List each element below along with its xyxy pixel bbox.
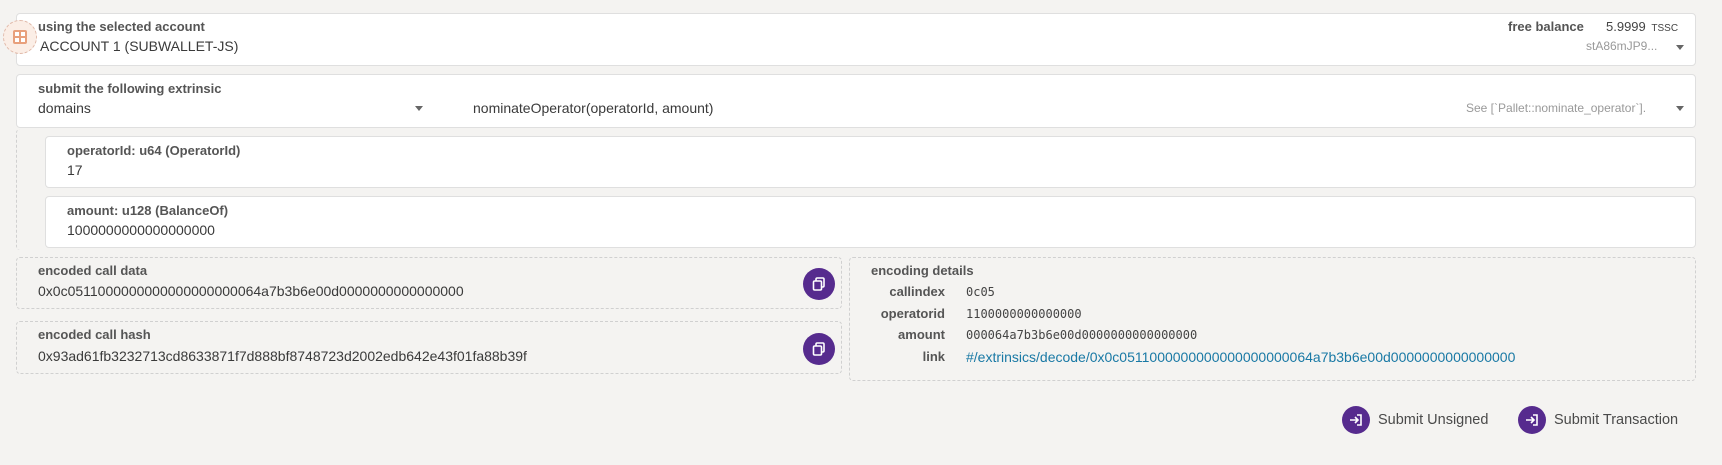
submit-transaction-button[interactable]: Submit Transaction [1518,406,1678,434]
section-dropdown[interactable]: domains [17,75,427,127]
method-chevron-down-icon [1676,106,1684,111]
copy-icon [812,277,825,291]
section-chevron-down-icon [415,106,423,111]
encoded-call-data-value: 0x0c0511000000000000000000064a7b3b6e00d0… [38,283,464,299]
account-selector[interactable]: using the selected account ACCOUNT 1 (SU… [3,13,1696,66]
submit-transaction-label: Submit Transaction [1554,412,1679,428]
account-dropdown-chevron-icon[interactable] [1676,45,1684,50]
copy-call-data-button[interactable] [803,268,835,300]
sign-in-icon [1342,406,1370,434]
grid-icon [13,30,27,44]
sign-in-icon [1518,406,1546,434]
copy-icon [812,342,825,356]
encoded-call-data-box: encoded call data 0x0c051100000000000000… [16,257,842,309]
account-label: using the selected account [38,19,205,34]
param-label: operatorId: u64 (OperatorId) [67,143,241,158]
copy-call-hash-button[interactable] [803,333,835,365]
encoded-call-data-label: encoded call data [38,263,148,278]
param-label: amount: u128 (BalanceOf) [67,203,229,218]
account-address: stA86mJP9... [1586,39,1658,53]
encoding-details-box: encoding details callindex 0c05 operator… [849,257,1696,381]
param-operatorid[interactable]: operatorId: u64 (OperatorId) 17 [45,136,1696,188]
encoded-call-hash-value: 0x93ad61fb3232713cd8633871f7d888bf874872… [38,348,527,364]
detail-key-operatorid: operatorid [880,306,945,321]
encoded-call-hash-box: encoded call hash 0x93ad61fb3232713cd863… [16,321,842,374]
param-input[interactable]: 1000000000000000000 [67,222,215,238]
submit-unsigned-button[interactable]: Submit Unsigned [1342,406,1488,434]
param-input[interactable]: 17 [67,162,83,178]
encoding-details-label: encoding details [871,263,974,278]
section-value: domains [38,100,91,116]
method-value: nominateOperator(operatorId, amount) [473,100,714,116]
account-avatar [3,20,37,54]
balance-unit: TSSC [1651,23,1679,34]
detail-value-amount: 000064a7b3b6e00d0000000000000000 [966,328,1198,342]
decode-link[interactable]: #/extrinsics/decode/0x0c0511000000000000… [966,349,1515,365]
detail-key-amount: amount [898,327,945,342]
extrinsic-selector: submit the following extrinsic domains n… [16,74,1696,128]
free-balance-label: free balance [1508,19,1584,34]
detail-key-callindex: callindex [889,284,945,299]
method-dropdown[interactable]: nominateOperator(operatorId, amount) See… [437,75,1695,127]
detail-key-link: link [922,349,945,364]
free-balance-value: 5.9999 TSSC [1606,19,1679,34]
detail-value-callindex: 0c05 [966,285,995,299]
encoded-call-hash-label: encoded call hash [38,327,151,342]
param-amount[interactable]: amount: u128 (BalanceOf) 100000000000000… [45,196,1696,248]
detail-value-operatorid: 1100000000000000 [966,307,1082,321]
account-name: ACCOUNT 1 (SUBWALLET-JS) [40,38,239,54]
submit-unsigned-label: Submit Unsigned [1378,412,1489,428]
method-doc: See [`Pallet::nominate_operator`]. [1466,101,1647,115]
